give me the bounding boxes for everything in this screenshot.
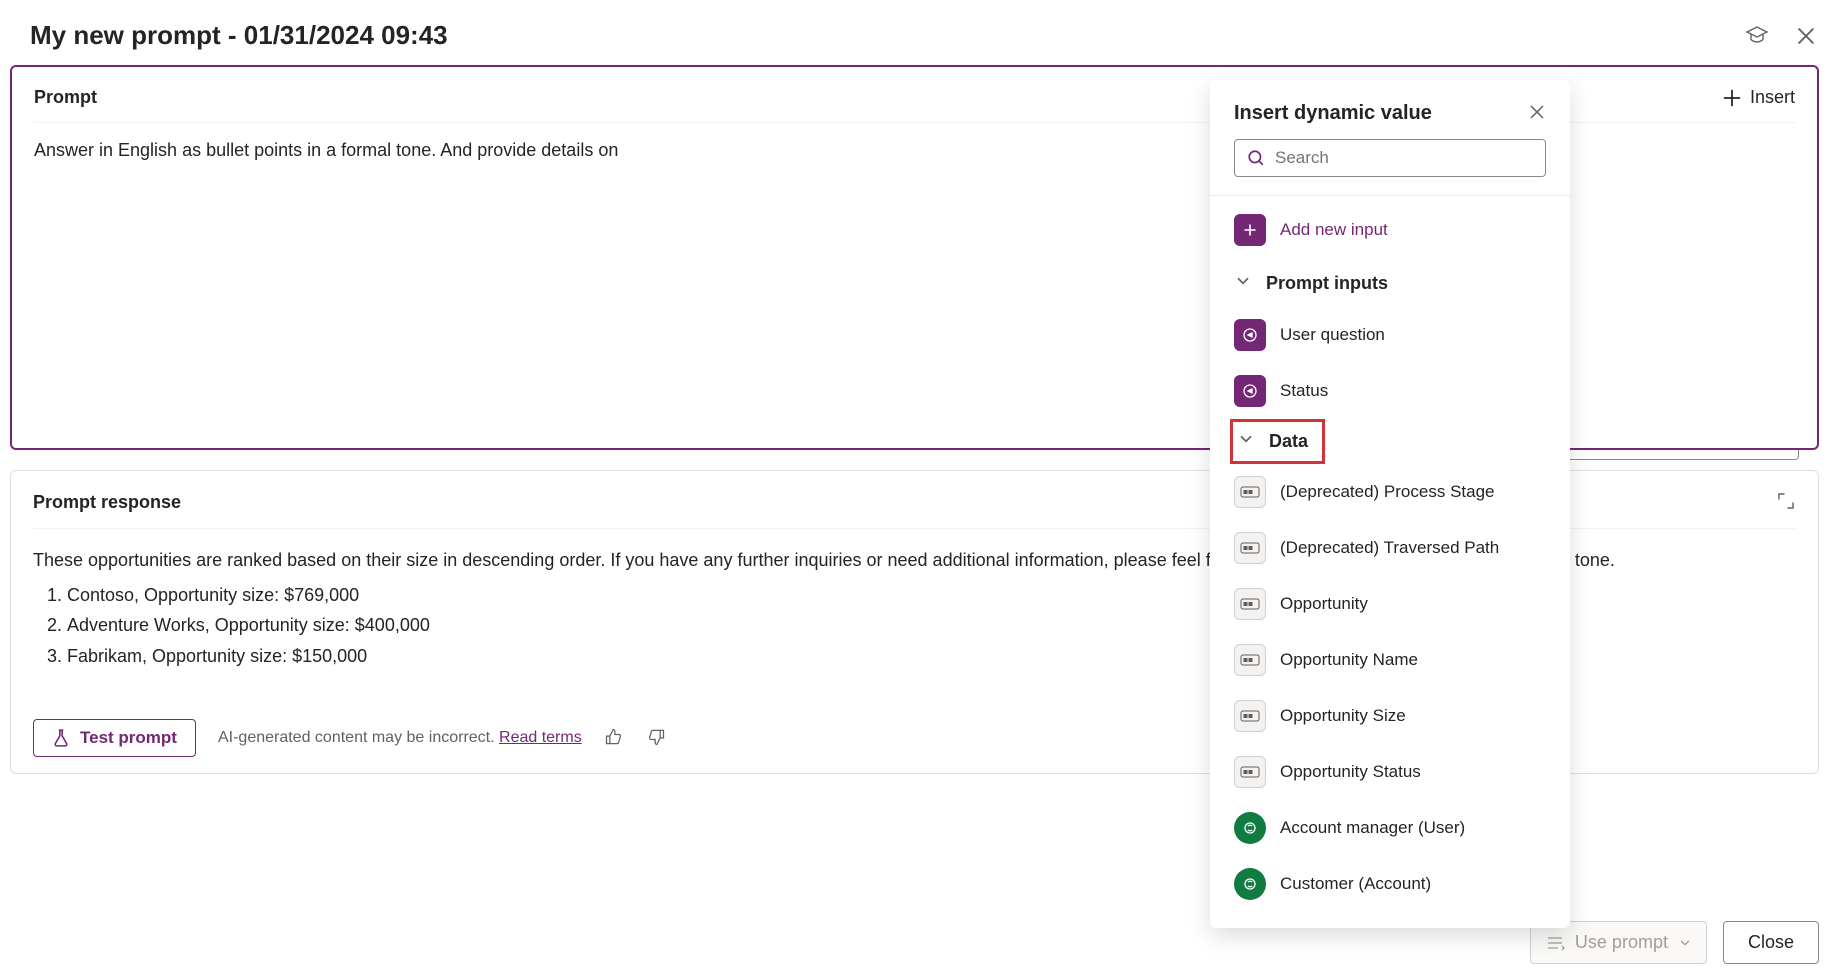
prompt-inputs-label: Prompt inputs — [1266, 273, 1388, 294]
text-field-icon — [1234, 756, 1266, 788]
input-var-icon — [1234, 375, 1266, 407]
lookup-icon — [1234, 868, 1266, 900]
use-prompt-label: Use prompt — [1575, 932, 1668, 953]
chevron-down-icon — [1678, 936, 1692, 950]
text-field-icon — [1234, 700, 1266, 732]
dynamic-item-label: User question — [1280, 325, 1385, 345]
insert-button-label: Insert — [1750, 87, 1795, 108]
dynamic-item-label: Account manager (User) — [1280, 818, 1465, 838]
close-dialog-icon[interactable] — [1795, 25, 1817, 47]
thumbs-down-icon[interactable] — [646, 727, 666, 750]
close-button[interactable]: Close — [1723, 921, 1819, 964]
dynamic-value-item[interactable]: (Deprecated) Traversed Path — [1210, 520, 1570, 576]
text-field-icon — [1234, 588, 1266, 620]
lookup-icon — [1234, 812, 1266, 844]
dynamic-item-label: Customer (Account) — [1280, 874, 1431, 894]
dynamic-item-label: Opportunity Name — [1280, 650, 1418, 670]
close-icon[interactable] — [1528, 103, 1546, 124]
search-icon — [1247, 149, 1265, 167]
dynamic-item-label: (Deprecated) Traversed Path — [1280, 538, 1499, 558]
dynamic-value-item[interactable]: Opportunity Status — [1210, 744, 1570, 800]
data-section[interactable]: Data — [1230, 419, 1325, 464]
dynamic-item-label: Status — [1280, 381, 1328, 401]
bottom-bar: Use prompt Close — [1530, 921, 1819, 964]
header: My new prompt - 01/31/2024 09:43 — [0, 0, 1847, 65]
dynamic-item-label: Opportunity Status — [1280, 762, 1421, 782]
dynamic-value-item[interactable]: Opportunity Size — [1210, 688, 1570, 744]
header-actions — [1745, 24, 1817, 48]
response-section-label: Prompt response — [33, 492, 181, 513]
add-new-input-button[interactable]: Add new input — [1210, 196, 1570, 260]
dynamic-value-item[interactable]: Account manager (User) — [1210, 800, 1570, 856]
search-input-wrapper[interactable] — [1234, 139, 1546, 177]
learn-icon[interactable] — [1745, 24, 1769, 48]
chevron-down-icon — [1237, 430, 1255, 453]
dynamic-item-label: Opportunity — [1280, 594, 1368, 614]
search-input[interactable] — [1275, 148, 1533, 168]
expand-icon[interactable] — [1776, 491, 1796, 514]
thumbs-up-icon[interactable] — [604, 727, 624, 750]
disclaimer-text: AI-generated content may be incorrect. R… — [218, 729, 582, 747]
dynamic-value-item[interactable]: Opportunity — [1210, 576, 1570, 632]
dynamic-value-panel: Insert dynamic value Add new input Promp… — [1210, 80, 1570, 928]
dynamic-panel-title: Insert dynamic value — [1234, 102, 1432, 125]
read-terms-link[interactable]: Read terms — [499, 729, 582, 746]
test-prompt-button[interactable]: Test prompt — [33, 719, 196, 757]
dynamic-value-item[interactable]: (Deprecated) Process Stage — [1210, 464, 1570, 520]
text-field-icon — [1234, 532, 1266, 564]
dynamic-item-label: (Deprecated) Process Stage — [1280, 482, 1495, 502]
prompt-inputs-section[interactable]: Prompt inputs — [1210, 260, 1570, 307]
add-new-input-label: Add new input — [1280, 220, 1388, 240]
dynamic-item-label: Opportunity Size — [1280, 706, 1406, 726]
test-prompt-label: Test prompt — [80, 728, 177, 748]
insert-button[interactable]: Insert — [1722, 87, 1795, 108]
text-field-icon — [1234, 644, 1266, 676]
dynamic-value-item[interactable]: Customer (Account) — [1210, 856, 1570, 912]
use-prompt-icon — [1545, 933, 1565, 953]
page-title: My new prompt - 01/31/2024 09:43 — [30, 20, 448, 51]
dynamic-value-item[interactable]: User question — [1210, 307, 1570, 363]
plus-icon — [1234, 214, 1266, 246]
dynamic-value-item[interactable]: Status — [1210, 363, 1570, 419]
text-field-icon — [1234, 476, 1266, 508]
data-section-label: Data — [1269, 431, 1308, 452]
input-var-icon — [1234, 319, 1266, 351]
chevron-down-icon — [1234, 272, 1252, 295]
prompt-section-label: Prompt — [34, 87, 97, 108]
dynamic-value-item[interactable]: Opportunity Name — [1210, 632, 1570, 688]
